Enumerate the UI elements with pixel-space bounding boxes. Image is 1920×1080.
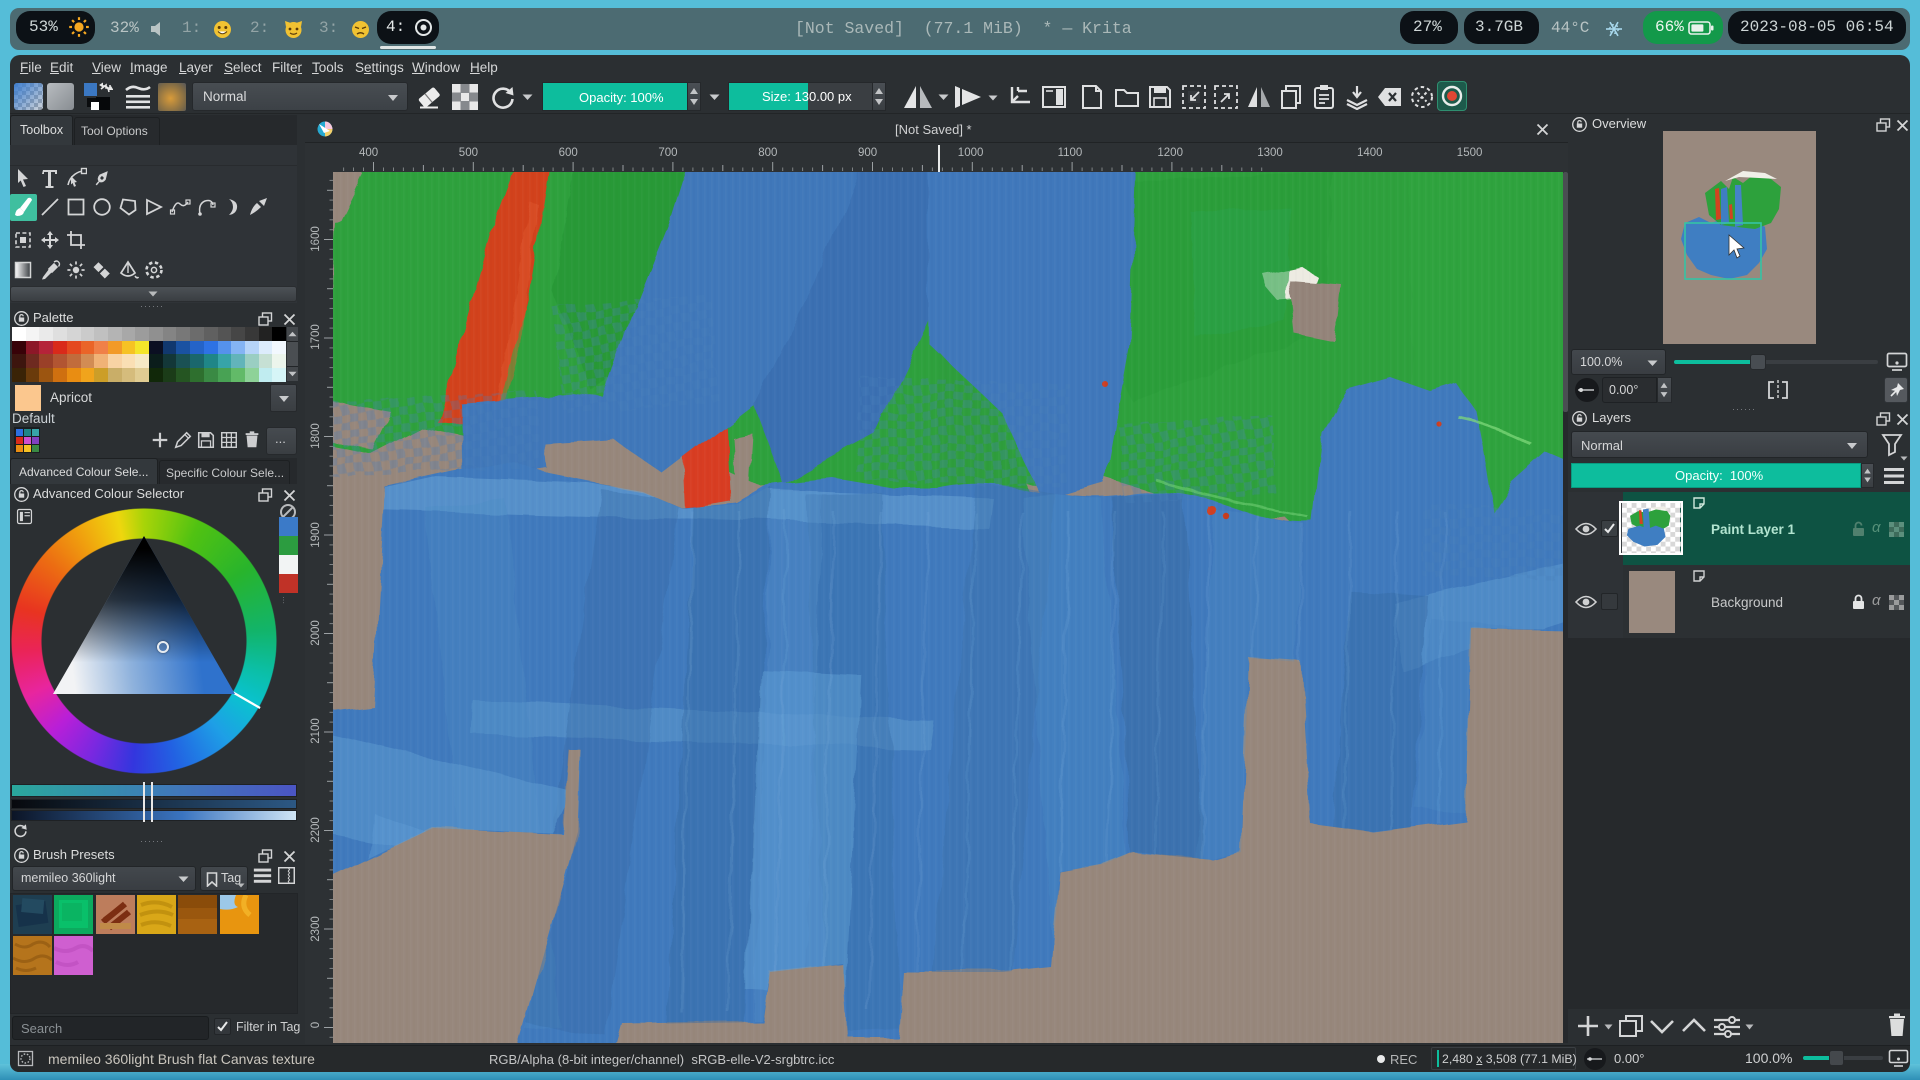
svg-text:1800: 1800 [310,423,322,449]
svg-text:1700: 1700 [310,324,322,350]
svg-text:2000: 2000 [310,620,322,646]
svg-text:2200: 2200 [310,817,322,843]
svg-text:0: 0 [310,1022,322,1028]
svg-text:2300: 2300 [310,916,322,942]
svg-text:1600: 1600 [310,226,322,252]
svg-text:2100: 2100 [310,718,322,744]
svg-text:1900: 1900 [310,522,322,548]
